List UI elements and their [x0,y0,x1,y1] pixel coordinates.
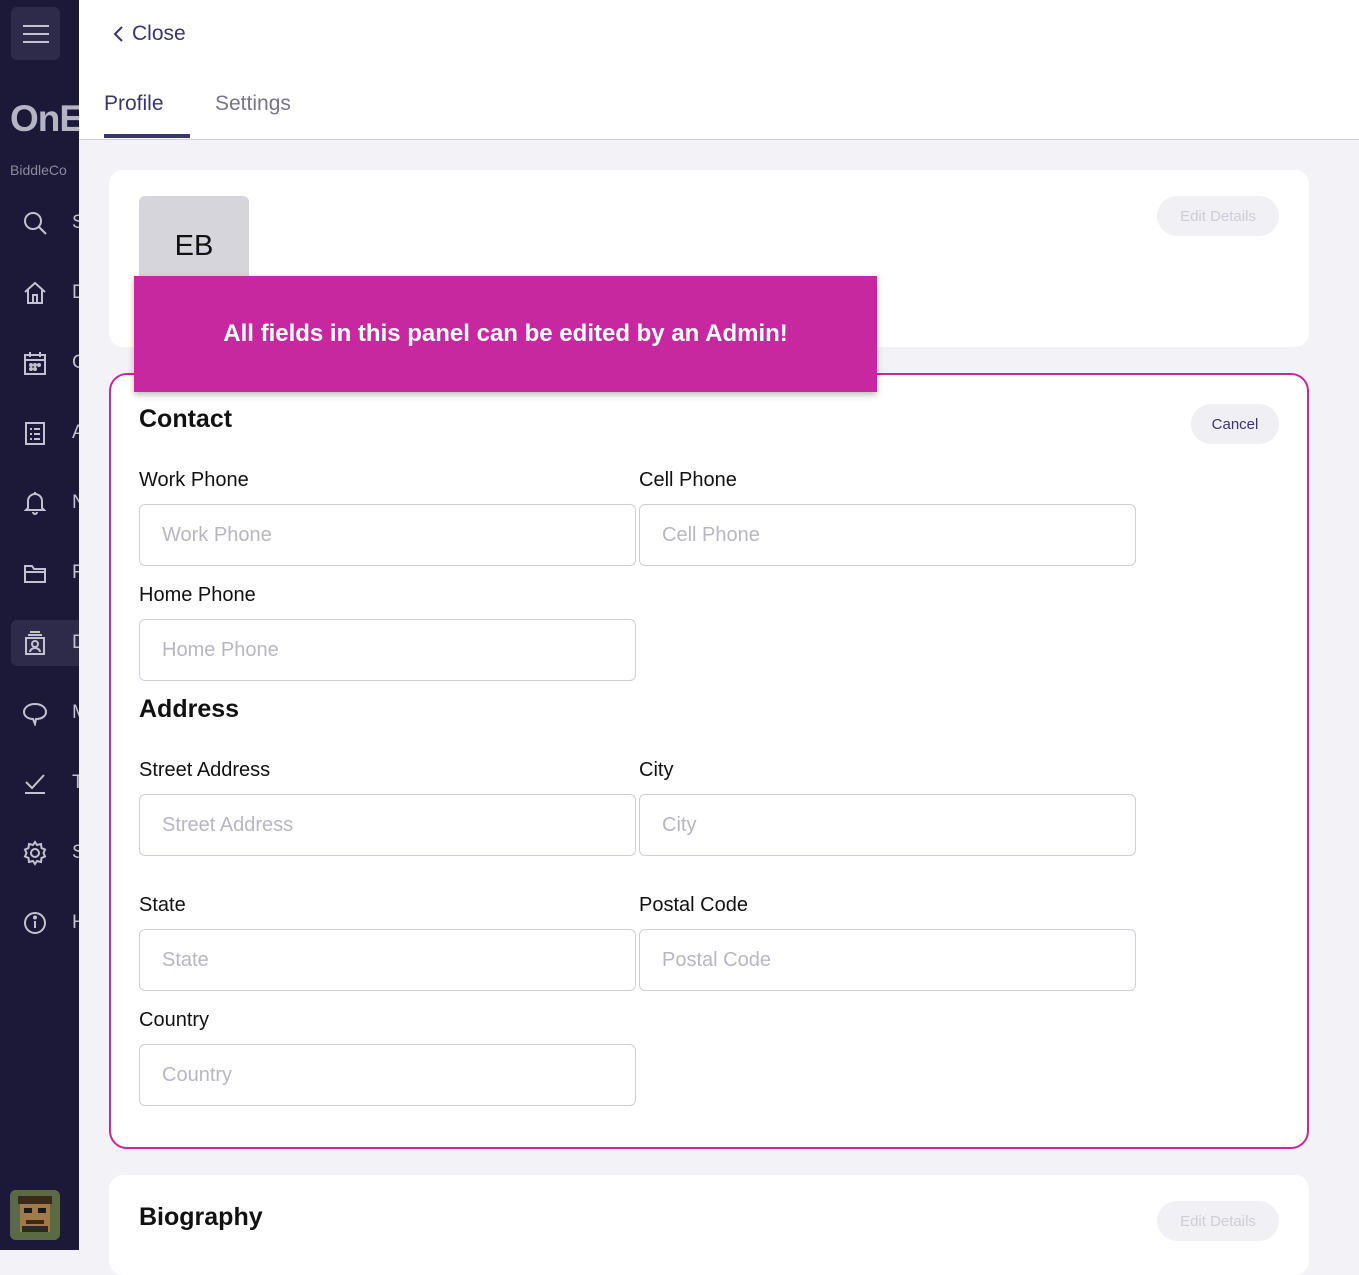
sidebar-item-messages[interactable]: M [11,690,79,736]
admin-callout: All fields in this panel can be edited b… [134,276,877,392]
state-input[interactable] [139,929,636,991]
sidebar-item-label: S [72,842,79,863]
page-header: Close Profile Settings [79,0,1359,140]
sidebar-item-label: C [72,352,79,373]
sidebar-item-label: S [72,212,79,233]
biography-edit-details-button[interactable]: Edit Details [1157,1201,1279,1241]
home-icon [24,281,46,304]
contact-section-title: Contact [139,405,233,433]
cell-phone-input[interactable] [639,504,1136,566]
sidebar-item-label: A [72,422,79,443]
sidebar-item-label: R [72,562,79,583]
postal-code-input[interactable] [639,929,1136,991]
sidebar-item-calendar[interactable]: C [11,340,79,386]
contact-card: Contact Cancel Work Phone Cell Phone Hom… [109,373,1309,1149]
calendar-icon [24,352,46,375]
sidebar-item-search[interactable]: S [11,200,79,246]
sidebar-item-label: N [72,492,79,513]
work-phone-input[interactable] [139,504,636,566]
search-icon [24,212,47,235]
avatar-icon [10,1190,60,1240]
sidebar-item-settings[interactable]: S [11,830,79,876]
chevron-left-icon [113,26,123,42]
sidebar-item-tasks[interactable]: T [11,760,79,806]
country-label: Country [139,1009,210,1031]
cell-phone-label: Cell Phone [639,469,737,491]
work-phone-label: Work Phone [139,469,249,491]
sidebar-item-dashboard[interactable]: D [11,270,79,316]
menu-toggle-button[interactable] [11,7,60,60]
street-address-input[interactable] [139,794,636,856]
sidebar-item-label: H [72,912,79,933]
folder-icon [24,565,46,583]
sidebar-item-label: M [72,702,79,724]
hamburger-icon [22,24,49,43]
sidebar-item-label: D [72,632,79,653]
biography-section-title: Biography [139,1203,263,1231]
close-button[interactable]: Close [112,22,186,46]
tab-profile[interactable]: Profile [104,92,164,116]
postal-code-label: Postal Code [639,894,748,916]
edit-details-button[interactable]: Edit Details [1157,196,1279,236]
address-section-title: Address [139,695,240,723]
sidebar-item-directory[interactable]: D [11,620,79,666]
info-icon [24,912,46,934]
active-tab-indicator [104,134,190,138]
sidebar: OnE BiddleCo S D C A N R D M T S H [0,0,79,1250]
country-input[interactable] [139,1044,636,1106]
state-label: State [139,894,186,916]
city-label: City [639,759,674,781]
city-input[interactable] [639,794,1136,856]
home-phone-input[interactable] [139,619,636,681]
sidebar-item-label: D [72,282,79,303]
sidebar-item-label: T [72,772,79,793]
tab-settings[interactable]: Settings [215,92,291,116]
sidebar-item-activities[interactable]: A [11,410,79,456]
sidebar-item-help[interactable]: H [11,900,79,946]
close-label: Close [132,22,186,45]
gear-icon [23,840,47,866]
check-icon [25,774,45,794]
bell-icon [23,492,47,515]
chat-icon [22,702,48,726]
brand-logo: OnE [10,98,79,139]
sidebar-item-notifications[interactable]: N [11,480,79,526]
cancel-button[interactable]: Cancel [1191,404,1279,444]
user-avatar[interactable] [10,1190,60,1240]
directory-icon [25,631,45,655]
street-address-label: Street Address [139,759,271,781]
sidebar-item-resources[interactable]: R [11,550,79,596]
biography-card: Biography Edit Details [109,1175,1309,1275]
organization-name: BiddleCo [10,162,67,178]
list-icon [25,422,45,445]
home-phone-label: Home Phone [139,584,256,606]
